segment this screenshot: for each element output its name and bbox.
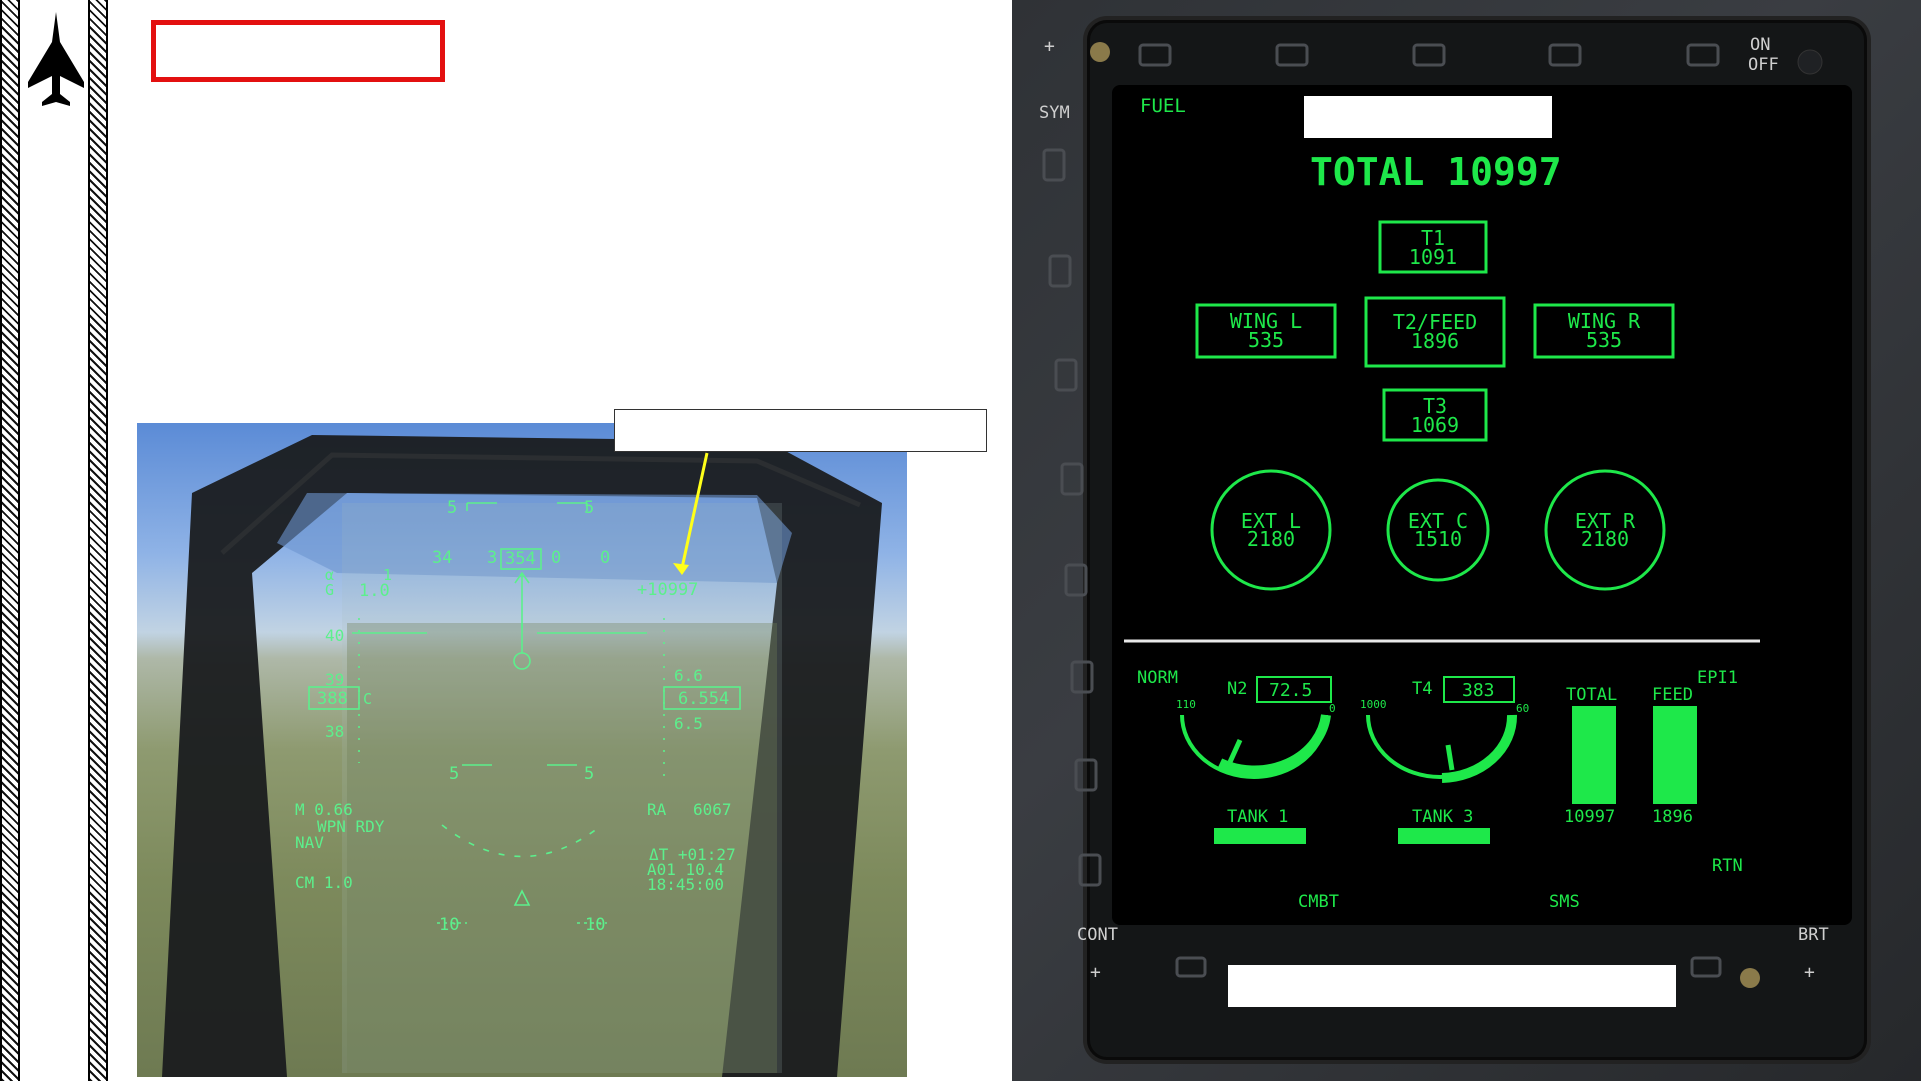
bar-total-fill xyxy=(1572,706,1616,804)
hud-heading-34: 34 xyxy=(432,548,452,568)
osb-left-1[interactable] xyxy=(1042,148,1066,182)
hud-g-value: 1.0 xyxy=(359,581,390,601)
hud-heading-0b: 0 xyxy=(600,548,610,568)
hud-airspeed-tick-38: 38 xyxy=(325,722,344,741)
hud-heading-0a: 0 xyxy=(551,548,561,568)
osb-left-6[interactable] xyxy=(1070,660,1094,694)
aircraft-icon xyxy=(28,12,84,106)
hud-pitch-bottom-left: 5 xyxy=(449,764,459,784)
t4-max: 60 xyxy=(1516,702,1529,715)
tank-t1-value: 1091 xyxy=(1409,245,1457,269)
tank-t2-value: 1896 xyxy=(1411,329,1459,353)
engine-mode: NORM xyxy=(1137,668,1178,688)
osb-label-sms: SMS xyxy=(1549,892,1580,912)
osb-top-1[interactable] xyxy=(1138,43,1172,67)
hud-pitch-top-right: 5 xyxy=(584,498,594,518)
osb-top-4[interactable] xyxy=(1548,43,1582,67)
brightness-knob-icon[interactable] xyxy=(1090,42,1110,62)
osb-label-off: OFF xyxy=(1748,55,1779,75)
bar-feed-value: 1896 xyxy=(1652,807,1693,827)
osb-label-cmbt: CMBT xyxy=(1298,892,1339,912)
osb-top-3[interactable] xyxy=(1412,43,1446,67)
tank-wing-r-value: 535 xyxy=(1586,328,1622,352)
hud-g-label: G xyxy=(325,581,334,599)
osb-left-7[interactable] xyxy=(1074,758,1098,792)
osb-left-5[interactable] xyxy=(1064,563,1088,597)
mfd-panel: SYM CONT ON OFF BRT + + + FUEL TOTAL 109… xyxy=(1012,0,1921,1081)
tank-ext-l-value: 2180 xyxy=(1247,527,1295,551)
hud-altitude-tick-65: 6.5 xyxy=(674,714,703,733)
rtn-label: RTN xyxy=(1712,856,1743,876)
t4-label: T4 xyxy=(1412,679,1432,699)
hud-heading-current: 354 xyxy=(505,549,536,569)
n2-value: 72.5 xyxy=(1269,680,1312,701)
power-knob-icon[interactable] xyxy=(1797,49,1823,75)
left-stripe-2 xyxy=(88,0,108,1081)
osb-left-8[interactable] xyxy=(1078,853,1102,887)
engine-epi: EPI1 xyxy=(1697,668,1738,688)
hud-fuel-readout: +10997 xyxy=(637,580,698,600)
bar-feed-fill xyxy=(1653,706,1697,804)
hud-airspeed-suffix: C xyxy=(363,690,372,708)
osb-bottom-1[interactable] xyxy=(1175,956,1207,978)
osb-label-brt: BRT xyxy=(1798,925,1829,945)
hud-pitch-bottom-right: 5 xyxy=(584,764,594,784)
hud-airspeed-tick-39: 39 xyxy=(325,670,344,689)
hud-cm: CM 1.0 xyxy=(295,873,353,892)
tank3-label: TANK 3 xyxy=(1412,807,1473,827)
osb-left-4[interactable] xyxy=(1060,462,1084,496)
osb-label-sym: SYM xyxy=(1039,103,1070,123)
tank-wing-l-value: 535 xyxy=(1248,328,1284,352)
osb-top-5[interactable] xyxy=(1686,43,1720,67)
hud-airspeed-box: 388 xyxy=(317,689,348,709)
contrast-knob-icon[interactable] xyxy=(1740,968,1760,988)
left-stripe xyxy=(0,0,20,1081)
title-highlight-box xyxy=(151,20,445,82)
osb-label-cont: CONT xyxy=(1077,925,1118,945)
hud-pitch-low-right: 10 xyxy=(585,915,605,935)
hud-callout-box xyxy=(614,409,987,452)
hud-weapon-status: WPN RDY xyxy=(317,817,385,836)
tank-ext-r-value: 2180 xyxy=(1581,527,1629,551)
tank1-bar xyxy=(1214,828,1306,844)
hud-altitude-tick-66: 6.6 xyxy=(674,666,703,685)
mfd-callout-top xyxy=(1304,96,1552,138)
hud-clock: 18:45:00 xyxy=(647,875,724,894)
osb-left-3[interactable] xyxy=(1054,358,1078,392)
tank1-label: TANK 1 xyxy=(1227,807,1288,827)
hud-airspeed-tick-40: 40 xyxy=(325,626,344,645)
osb-label-on: ON xyxy=(1750,35,1770,55)
osb-bottom-2[interactable] xyxy=(1690,956,1722,978)
bar-total-value: 10997 xyxy=(1564,807,1615,827)
hud-pitch-top-left: 5 xyxy=(447,498,457,518)
n2-label: N2 xyxy=(1227,679,1247,699)
tank-ext-c-value: 1510 xyxy=(1414,527,1462,551)
hud-mode: NAV xyxy=(295,833,324,852)
hud-pitch-low-left: 10 xyxy=(439,915,459,935)
bar-feed-label: FEED xyxy=(1652,685,1693,705)
t4-value: 383 xyxy=(1462,680,1495,701)
hud-radar-alt-label: RA xyxy=(647,800,667,819)
tank-t3-value: 1069 xyxy=(1411,413,1459,437)
osb-plus-bottom: + xyxy=(1090,962,1101,983)
osb-left-2[interactable] xyxy=(1048,254,1072,288)
n2-min: 110 xyxy=(1176,698,1196,711)
hud-altitude-box: 6.554 xyxy=(678,689,729,709)
osb-top-2[interactable] xyxy=(1275,43,1309,67)
hud-radar-alt-value: 6067 xyxy=(693,800,732,819)
osb-plus-right: + xyxy=(1804,962,1815,983)
hud-view: 5 5 34 3 354 0 0 α G 1 1.0 +10997 40 39 … xyxy=(137,423,907,1077)
total-fuel-label: TOTAL 10997 xyxy=(1310,150,1562,194)
t4-min: 1000 xyxy=(1360,698,1387,711)
fuel-page-label: FUEL xyxy=(1140,95,1186,117)
hud-heading-3: 3 xyxy=(487,548,497,568)
tank3-bar xyxy=(1398,828,1490,844)
mfd-callout-bottom xyxy=(1228,965,1676,1007)
bar-total-label: TOTAL xyxy=(1566,685,1617,705)
n2-max: 0 xyxy=(1329,702,1336,715)
osb-plus-left: + xyxy=(1044,36,1055,57)
